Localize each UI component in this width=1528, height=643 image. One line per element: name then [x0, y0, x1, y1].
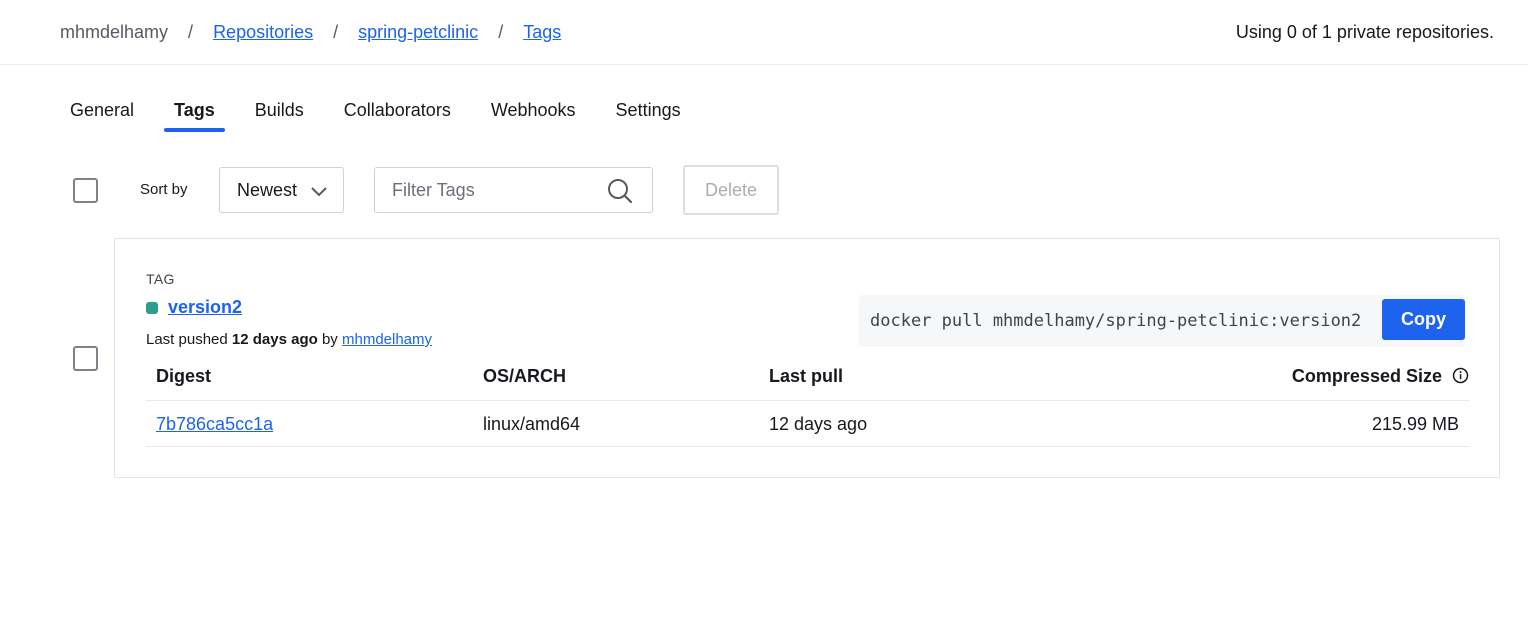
compressed-size-label: Compressed Size: [1291, 366, 1442, 386]
filter-tags-field[interactable]: [374, 167, 653, 213]
tag-card: TAG version2 Last pushed 12 days ago by …: [114, 238, 1500, 478]
breadcrumb-tags-link[interactable]: Tags: [523, 20, 561, 44]
info-icon[interactable]: [1452, 366, 1469, 390]
os-arch-value: linux/amd64: [483, 414, 581, 434]
breadcrumb-separator: /: [188, 22, 194, 42]
filter-tags-input[interactable]: [376, 169, 596, 211]
tag-name-link[interactable]: version2: [168, 297, 242, 318]
last-pushed-time: 12 days ago: [231, 331, 318, 348]
select-all-checkbox[interactable]: [73, 178, 98, 203]
tab-settings[interactable]: Settings: [606, 96, 691, 132]
tab-general[interactable]: General: [60, 96, 144, 132]
sort-select[interactable]: Newest: [219, 167, 344, 213]
repo-tabs: General Tags Builds Collaborators Webhoo…: [60, 96, 711, 132]
copy-button[interactable]: Copy: [1382, 299, 1465, 340]
private-repo-usage: Using 0 of 1 private repositories.: [1235, 22, 1494, 42]
sort-by-label: Sort by: [140, 181, 188, 198]
tag-status-indicator: [146, 301, 158, 314]
tab-tags[interactable]: Tags: [164, 96, 225, 132]
breadcrumb-repositories-link[interactable]: Repositories: [213, 20, 313, 44]
tag-name-row: version2: [146, 297, 242, 318]
pushed-by-user-link[interactable]: mhmdelhamy: [342, 331, 432, 348]
pull-command[interactable]: docker pull mhmdelhamy/spring-petclinic:…: [859, 295, 1465, 347]
delete-button[interactable]: Delete: [683, 165, 779, 215]
digest-link[interactable]: 7b786ca5cc1a: [156, 412, 273, 436]
last-pushed-prefix: Last pushed: [146, 331, 228, 348]
sort-selected-value: Newest: [237, 179, 298, 200]
last-pushed-info: Last pushed 12 days ago by mhmdelhamy: [146, 331, 432, 348]
breadcrumb-repo-link[interactable]: spring-petclinic: [358, 20, 478, 44]
breadcrumb-separator: /: [333, 22, 339, 42]
chevron-down-icon: [309, 181, 329, 206]
search-icon[interactable]: [606, 177, 634, 210]
pushed-by-word: by: [321, 331, 338, 348]
table-header-divider: [146, 400, 1469, 401]
tag-row-checkbox[interactable]: [73, 346, 98, 371]
tab-collaborators[interactable]: Collaborators: [334, 96, 461, 132]
tab-builds[interactable]: Builds: [245, 96, 314, 132]
breadcrumb-owner[interactable]: mhmdelhamy: [60, 20, 168, 44]
table-row-divider: [146, 446, 1469, 447]
tab-webhooks[interactable]: Webhooks: [481, 96, 586, 132]
top-bar: mhmdelhamy / Repositories / spring-petcl…: [0, 0, 1528, 65]
tag-column-header: TAG: [146, 271, 175, 287]
last-pull-value: 12 days ago: [769, 414, 868, 434]
last-pull-header: Last pull: [769, 366, 844, 386]
digest-header: Digest: [156, 366, 212, 386]
compressed-size-value: 215.99 MB: [1371, 414, 1459, 434]
compressed-size-header: Compressed Size: [1292, 364, 1469, 390]
breadcrumb: mhmdelhamy / Repositories / spring-petcl…: [60, 20, 561, 44]
os-arch-header: OS/ARCH: [483, 366, 567, 386]
breadcrumb-separator: /: [498, 22, 504, 42]
